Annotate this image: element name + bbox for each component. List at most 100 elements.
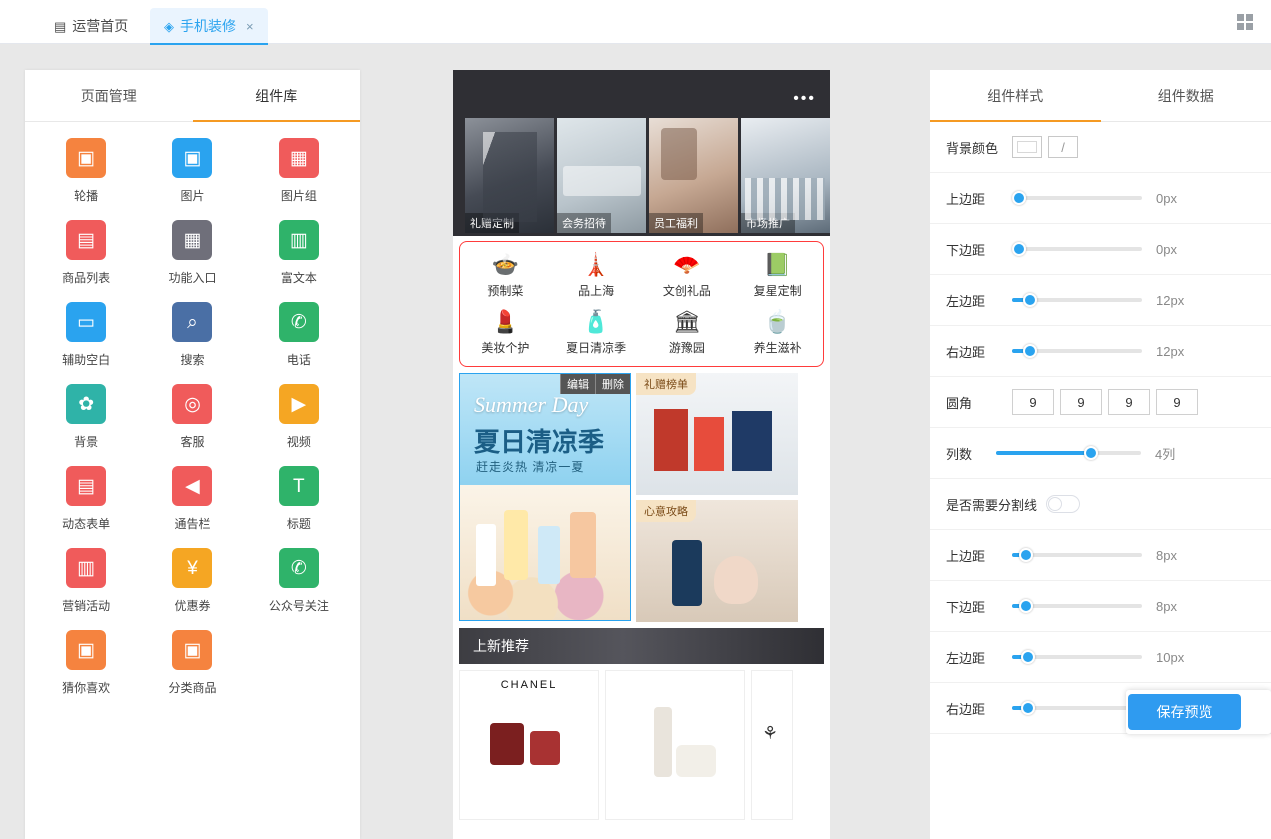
divider-toggle[interactable] <box>1046 495 1080 513</box>
tab-component-library[interactable]: 组件库 <box>192 70 361 122</box>
component-image[interactable]: ▣ 图片 <box>139 138 245 204</box>
wechat-icon: ✆ <box>278 548 319 588</box>
banner-component[interactable]: ••• 礼赠定制 会务招待 员工福利 市场推广 <box>453 70 830 236</box>
component-carousel[interactable]: ▣ 轮播 <box>33 138 139 204</box>
component-product-list[interactable]: ▤ 商品列表 <box>33 220 139 286</box>
teacup-icon: 🍵 <box>763 309 792 334</box>
entry-item[interactable]: 🍵 养生滋补 <box>732 309 823 356</box>
slider-knob[interactable] <box>1019 548 1033 562</box>
tab-page-management[interactable]: 页面管理 <box>25 70 193 121</box>
banner-image[interactable]: 员工福利 <box>649 118 738 233</box>
more-dots-icon[interactable]: ••• <box>793 90 816 108</box>
component-title[interactable]: T 标题 <box>246 466 352 532</box>
slider-margin-left-1[interactable] <box>1012 293 1142 307</box>
radius-input-top-left[interactable] <box>1012 389 1054 415</box>
component-recommend[interactable]: ▣ 猜你喜欢 <box>33 630 139 696</box>
radius-input-bottom-left[interactable] <box>1156 389 1198 415</box>
entry-label: 美妆个护 <box>481 341 530 355</box>
promo-card-guide[interactable]: 心意攻略 <box>636 500 798 622</box>
slider-fill <box>996 451 1091 455</box>
component-label: 轮播 <box>74 189 99 203</box>
tab-component-data[interactable]: 组件数据 <box>1101 70 1271 121</box>
component-category-products[interactable]: ▣ 分类商品 <box>139 630 245 696</box>
slider-margin-top-1[interactable] <box>1012 191 1142 205</box>
slider-knob[interactable] <box>1023 344 1037 358</box>
slider-knob[interactable] <box>1021 701 1035 715</box>
banner-image[interactable]: 会务招待 <box>557 118 646 233</box>
slider-knob[interactable] <box>1023 293 1037 307</box>
entry-label: 文创礼品 <box>662 284 711 298</box>
component-dynamic-form[interactable]: ▤ 动态表单 <box>33 466 139 532</box>
component-video[interactable]: ▶ 视频 <box>246 384 352 450</box>
slider-knob[interactable] <box>1012 191 1026 205</box>
slider-margin-bottom-2[interactable] <box>1012 599 1142 613</box>
component-search[interactable]: ⌕ 搜索 <box>139 302 245 368</box>
promo-card-selected[interactable]: 编辑 删除 Summer Day 夏日清凉季 赶走炎热 清凉一夏 <box>459 373 631 621</box>
component-image-group[interactable]: ▦ 图片组 <box>246 138 352 204</box>
product-list-component: CHANEL ⚘ <box>459 670 824 820</box>
left-panel-tabs: 页面管理 组件库 <box>25 70 360 122</box>
component-coupon[interactable]: ¥ 优惠券 <box>139 548 245 614</box>
prop-row-margin-bottom-2: 下边距 8px <box>930 581 1271 632</box>
prop-row-margin-bottom-1: 下边距 0px <box>930 224 1271 275</box>
entry-label: 夏日清凉季 <box>566 341 627 355</box>
book-icon: 📗 <box>763 252 792 277</box>
entry-item[interactable]: 💄 美妆个护 <box>460 309 551 356</box>
entry-item[interactable]: 🍲 预制菜 <box>460 252 551 299</box>
product-card[interactable]: ⚘ <box>751 670 793 820</box>
component-announcement[interactable]: ◀ 通告栏 <box>139 466 245 532</box>
box-shape <box>714 556 758 604</box>
slider-knob[interactable] <box>1019 599 1033 613</box>
promo-card-gift-list[interactable]: 礼赠榜单 <box>636 373 798 495</box>
banner-image[interactable]: 市场推广 <box>741 118 830 233</box>
slider-margin-left-2[interactable] <box>1012 650 1142 664</box>
tab-component-style[interactable]: 组件样式 <box>930 70 1101 122</box>
product-card[interactable]: CHANEL <box>459 670 599 820</box>
slider-margin-top-2[interactable] <box>1012 548 1142 562</box>
delete-button[interactable]: 删除 <box>595 374 630 394</box>
tab-mobile-decoration[interactable]: ◈ 手机装修 × <box>150 8 268 45</box>
entry-item[interactable]: 📗 复星定制 <box>732 252 823 299</box>
slider-columns[interactable] <box>996 446 1141 460</box>
save-preview-button[interactable]: 保存预览 <box>1128 694 1241 730</box>
grid-icon: ▤ <box>54 18 67 34</box>
component-background[interactable]: ✿ 背景 <box>33 384 139 450</box>
entry-item[interactable]: 🪭 文创礼品 <box>642 252 733 299</box>
color-clear-button[interactable]: / <box>1048 136 1078 158</box>
product-card[interactable] <box>605 670 745 820</box>
grid-toggle-icon[interactable] <box>1237 14 1253 30</box>
marketing-icon: ▥ <box>66 548 107 588</box>
component-customer-service[interactable]: ◎ 客服 <box>139 384 245 450</box>
slider-margin-right-2[interactable] <box>1012 701 1142 715</box>
tab-label: 运营首页 <box>72 18 129 34</box>
entry-item[interactable]: 🗼 品上海 <box>551 252 642 299</box>
slider-knob[interactable] <box>1084 446 1098 460</box>
slider-knob[interactable] <box>1021 650 1035 664</box>
component-entry-grid[interactable]: ▦ 功能入口 <box>139 220 245 286</box>
component-wechat-follow[interactable]: ✆ 公众号关注 <box>246 548 352 614</box>
entry-item[interactable]: 🏛 游豫园 <box>642 309 733 356</box>
close-icon[interactable]: × <box>246 19 254 34</box>
product-list-icon: ▤ <box>66 220 107 260</box>
slider-knob[interactable] <box>1012 242 1026 256</box>
radius-input-bottom-right[interactable] <box>1108 389 1150 415</box>
entry-grid-component-selected[interactable]: 🍲 预制菜 🗼 品上海 🪭 文创礼品 📗 复星定制 💄 美妆个护 🧴 夏日清凉季… <box>459 241 824 367</box>
component-marketing[interactable]: ▥ 营销活动 <box>33 548 139 614</box>
component-blank-block[interactable]: ▭ 辅助空白 <box>33 302 139 368</box>
slider-margin-right-1[interactable] <box>1012 344 1142 358</box>
slider-margin-bottom-1[interactable] <box>1012 242 1142 256</box>
radius-input-top-right[interactable] <box>1060 389 1102 415</box>
component-rich-text[interactable]: ▥ 富文本 <box>246 220 352 286</box>
edit-button[interactable]: 编辑 <box>560 374 595 394</box>
prop-label: 下边距 <box>946 242 986 258</box>
tab-operations-home[interactable]: ▤ 运营首页 <box>40 8 142 44</box>
prop-label: 左边距 <box>946 650 986 666</box>
banner-image[interactable]: 礼赠定制 <box>465 118 554 233</box>
section-title-component[interactable]: 上新推荐 <box>459 628 824 664</box>
prop-row-bg-color: 背景颜色 / <box>930 122 1271 173</box>
product-jar-shape <box>490 723 524 765</box>
banner-caption: 礼赠定制 <box>465 213 519 233</box>
color-swatch[interactable] <box>1012 136 1042 158</box>
entry-item[interactable]: 🧴 夏日清凉季 <box>551 309 642 356</box>
component-phone[interactable]: ✆ 电话 <box>246 302 352 368</box>
